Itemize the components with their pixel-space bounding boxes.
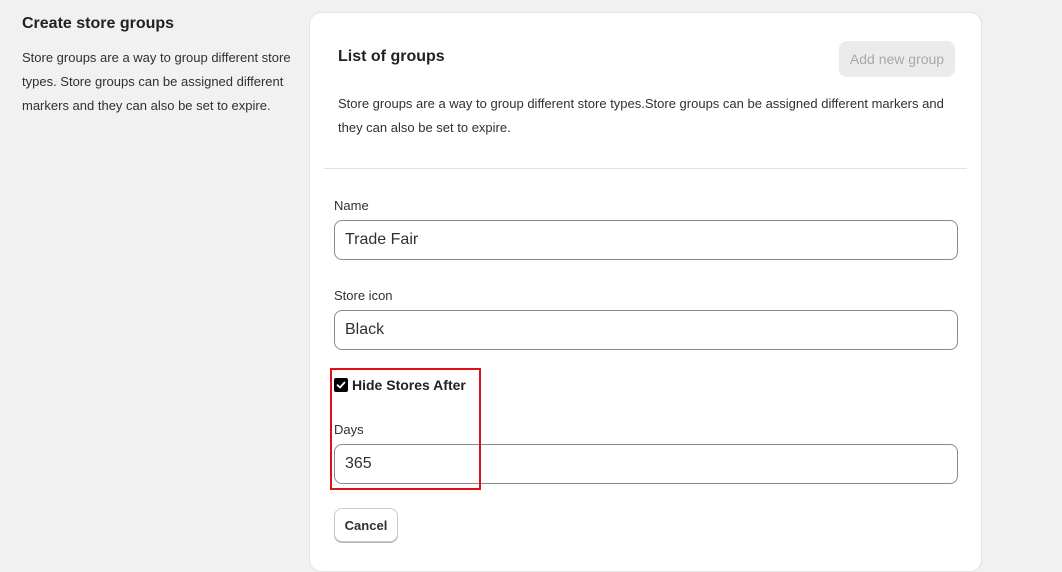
intro-description: Store groups are a way to group differen… xyxy=(22,50,291,113)
intro-section: Create store groups Store groups are a w… xyxy=(22,14,300,118)
days-label: Days xyxy=(334,422,364,437)
intro-title: Create store groups xyxy=(22,15,175,32)
store-icon-input[interactable] xyxy=(334,310,958,350)
divider xyxy=(324,168,967,169)
groups-card: List of groups Add new group Store group… xyxy=(309,12,982,572)
checkmark-icon xyxy=(336,381,346,389)
card-description: Store groups are a way to group differen… xyxy=(338,96,944,135)
name-input[interactable] xyxy=(334,220,958,260)
card-title: List of groups xyxy=(338,48,445,65)
cancel-button[interactable]: Cancel xyxy=(334,508,398,542)
add-new-group-button[interactable]: Add new group xyxy=(839,41,955,77)
hide-stores-checkbox[interactable] xyxy=(334,378,348,392)
hide-stores-label: Hide Stores After xyxy=(352,377,466,393)
hide-stores-row[interactable]: Hide Stores After xyxy=(334,377,466,393)
days-input[interactable] xyxy=(334,444,958,484)
store-icon-label: Store icon xyxy=(334,288,393,303)
name-label: Name xyxy=(334,198,369,213)
